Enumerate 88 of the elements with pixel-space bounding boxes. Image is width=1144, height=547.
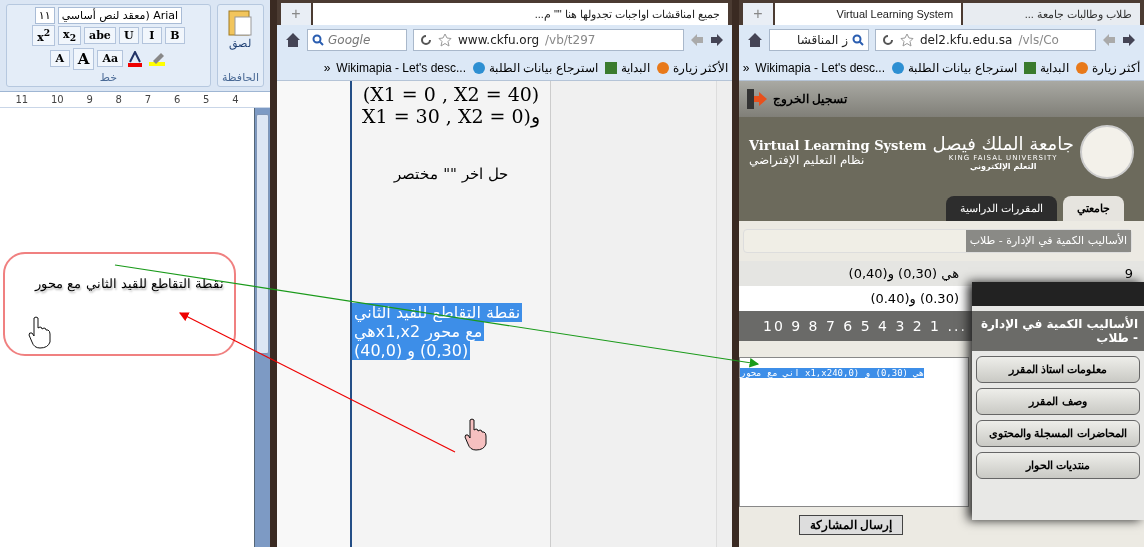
- format-button[interactable]: x$^{2}$: [32, 25, 56, 47]
- url-text: del2.kfu.edu.sa: [920, 33, 1013, 47]
- bookmark-link[interactable]: Wikimapia - Let's desc...: [336, 60, 466, 75]
- menu-title: الأساليب الكمية في الإدارة - طلاب: [972, 311, 1144, 351]
- bookmark-link[interactable]: البداية: [1022, 60, 1069, 75]
- ruler-number: 8: [115, 94, 122, 107]
- row-text: هي (0,30) و(0,40): [848, 266, 959, 281]
- square-icon: [603, 60, 618, 75]
- browser-tab[interactable]: Virtual Learning System: [775, 3, 962, 25]
- star-icon[interactable]: [900, 33, 914, 47]
- reload-icon: [882, 34, 894, 46]
- format-button[interactable]: I: [141, 27, 162, 45]
- search-engine-text: ز المناقشا: [797, 33, 848, 47]
- url-text: /vls/Co: [1018, 33, 1059, 47]
- group-label: خط: [99, 70, 118, 84]
- ruler-number: 4: [232, 94, 239, 107]
- callout-text: نقطة التقاطع للقيد الثاني مع محور: [35, 276, 224, 291]
- group-label: الحافظة: [221, 71, 259, 84]
- selected-text: (0,30) و (40,0): [352, 341, 471, 360]
- home-icon[interactable]: [747, 32, 763, 48]
- browser-tab[interactable]: جميع امناقشات اواجبات تجدولها هنا "" م...: [313, 3, 728, 25]
- nav-tab[interactable]: جامعتي: [1063, 196, 1124, 221]
- format-button[interactable]: U: [118, 27, 139, 45]
- search-engine-text: Google: [328, 33, 371, 47]
- bookmark-link[interactable]: استرجاع بيانات الطلبة: [891, 60, 1017, 75]
- bookmark-link[interactable]: أكثر زيارة: [1074, 60, 1140, 75]
- selected-text: اني مع محور x1,x2هي (0,30) و (40,0: [740, 368, 925, 378]
- nav-tab[interactable]: المقررات الدراسية: [945, 196, 1057, 221]
- bookmark-link[interactable]: استرجاع بيانات الطلبة: [472, 60, 598, 75]
- search-icon: [852, 34, 864, 46]
- font-size-field[interactable]: ١١: [34, 7, 55, 24]
- change-case-button[interactable]: Aa: [97, 50, 124, 68]
- forward-arrow-icon[interactable]: [710, 33, 724, 47]
- bookmark-link[interactable]: Wikimapia - Let's desc...: [755, 60, 885, 75]
- more-bookmarks-button[interactable]: »: [323, 60, 331, 75]
- menu-button[interactable]: وصف المقرر: [976, 388, 1140, 415]
- university-name: جامعة الملك فيصل: [932, 133, 1074, 154]
- star-icon[interactable]: [438, 33, 452, 47]
- hand-cursor-icon: [462, 418, 488, 452]
- note-text: حل اخر "" مختصر: [394, 165, 508, 183]
- search-icon: [312, 34, 324, 46]
- menu-button[interactable]: المحاضرات المسجلة والمحتوى: [976, 420, 1140, 447]
- ruler-number: 6: [173, 94, 181, 107]
- font-color-icon[interactable]: [126, 50, 145, 67]
- ruler-number: 9: [86, 94, 93, 107]
- browser-tab[interactable]: طلاب وطالبات جامعة ...: [963, 3, 1140, 25]
- row-text: (0.30) و(0.40): [870, 291, 959, 306]
- seal-emblem: [1080, 125, 1134, 179]
- scrollbar[interactable]: [254, 108, 270, 547]
- ruler-number: 10: [50, 94, 64, 107]
- breadcrumb-text: الأساليب الكمية في الإدارة - طلاب: [965, 230, 1131, 252]
- ruler-number: 11: [15, 94, 29, 107]
- exit-door-icon: [745, 88, 769, 110]
- row-number: 9: [1124, 266, 1134, 281]
- address-bar[interactable]: del2.kfu.edu.sa /vls/Co: [875, 29, 1096, 51]
- reload-icon: [420, 34, 432, 46]
- system-title: Virtual Learning System: [749, 137, 927, 153]
- hand-cursor-icon: [26, 316, 52, 350]
- submit-button[interactable]: إرسال المشاركة: [799, 515, 904, 535]
- bookmark-link[interactable]: الأكثر زيارة: [655, 60, 728, 75]
- home-icon[interactable]: [285, 32, 301, 48]
- more-bookmarks-button[interactable]: »: [742, 60, 750, 75]
- menu-button[interactable]: منتديات الحوار: [976, 452, 1140, 479]
- url-text: /vb/t297: [545, 33, 596, 47]
- clipboard-icon: [227, 7, 254, 37]
- shrink-font-button[interactable]: A: [49, 50, 70, 68]
- logout-button[interactable]: تسجيل الخروج: [745, 88, 848, 110]
- equation-text: (X1 = 0 , X2 = 40): [362, 83, 540, 105]
- format-button[interactable]: B: [164, 27, 185, 45]
- system-subtitle: نظام التعليم الإفتراضي: [749, 152, 864, 167]
- menu-button[interactable]: معلومات استاذ المقرر: [976, 356, 1140, 383]
- square-icon: [1022, 60, 1037, 75]
- grow-font-button[interactable]: A: [72, 47, 95, 70]
- format-button[interactable]: abe: [84, 27, 116, 45]
- ruler-number: 7: [144, 94, 152, 107]
- bookmark-link[interactable]: البداية: [603, 60, 650, 75]
- elearning-label: التعلم الإلكتروني: [969, 162, 1037, 171]
- format-button[interactable]: x$_{2}$: [58, 26, 81, 46]
- font-name-field[interactable]: معقد لنص أساسي) Arial: [57, 7, 183, 24]
- url-text: www.ckfu.org: [458, 33, 540, 47]
- paste-button[interactable]: لصق: [227, 7, 254, 50]
- forward-arrow-icon[interactable]: [1122, 33, 1136, 47]
- address-bar[interactable]: www.ckfu.org /vb/t297: [413, 29, 684, 51]
- search-field[interactable]: Google: [307, 29, 407, 51]
- equation-text: X1 = 30 , X2 = 0)و: [362, 105, 540, 127]
- ruler-number: 5: [203, 94, 210, 107]
- selected-text: مع محور x1,x2هي: [352, 322, 485, 341]
- search-field[interactable]: ز المناقشا: [769, 29, 869, 51]
